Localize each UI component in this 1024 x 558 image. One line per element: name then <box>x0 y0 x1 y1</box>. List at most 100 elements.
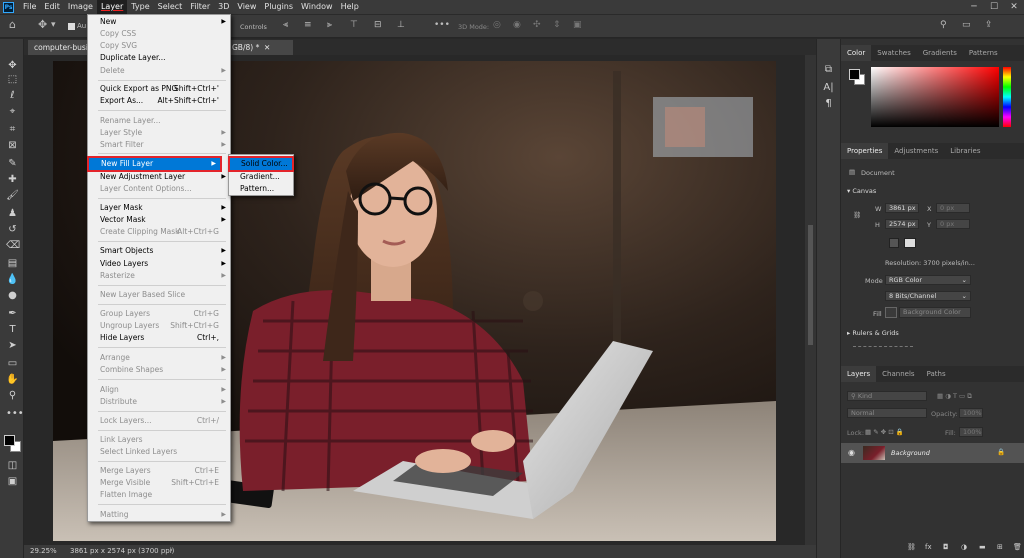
maximize-icon[interactable]: ☐ <box>984 0 1004 14</box>
menu-item-align[interactable]: Align ▶ <box>88 384 230 396</box>
delete-layer-icon[interactable]: 🗑 <box>1013 543 1022 551</box>
color-mode-select[interactable]: RGB Color ⌄ <box>885 275 971 285</box>
align-top-icon[interactable]: ⊤ <box>350 20 358 30</box>
opacity-field[interactable]: 100% <box>959 408 983 418</box>
layer-fill-field[interactable]: 100% <box>959 427 983 437</box>
tab-paths[interactable]: Paths <box>921 366 952 382</box>
align-bottom-icon[interactable]: ⊥ <box>397 20 405 30</box>
menu-layer[interactable]: Layer <box>96 0 128 14</box>
menu-filter[interactable]: Filter <box>186 0 214 14</box>
filter-type-icons[interactable]: ▦ ◑ T ▭ ⧉ <box>937 392 972 401</box>
menu-item-link-layers[interactable]: Link Layers <box>88 434 230 446</box>
history-brush-tool-icon[interactable]: ↺ <box>6 223 19 236</box>
history-panel-icon[interactable]: ⧉ <box>822 63 835 76</box>
eyedropper-tool-icon[interactable]: ✎ <box>6 157 19 170</box>
color-picker-field[interactable] <box>871 67 999 127</box>
crop-tool-icon[interactable]: ⌗ <box>6 123 19 136</box>
menu-help[interactable]: Help <box>337 0 363 14</box>
visibility-eye-icon[interactable]: ◉ <box>848 448 855 457</box>
document-info[interactable]: 3861 px x 2574 px (3700 ppi) <box>70 547 174 555</box>
dodge-tool-icon[interactable]: ● <box>6 289 19 302</box>
menu-item-delete[interactable]: Delete ▶ <box>88 65 230 77</box>
menu-type[interactable]: Type <box>127 0 153 14</box>
screen-mode-icon[interactable]: ▣ <box>6 475 19 488</box>
menu-view[interactable]: View <box>233 0 260 14</box>
menu-item-select-linked-layers[interactable]: Select Linked Layers <box>88 446 230 458</box>
menu-item-flatten-image[interactable]: Flatten Image <box>88 489 230 501</box>
layer-style-icon[interactable]: fx <box>925 543 932 551</box>
paragraph-panel-icon[interactable]: ¶ <box>822 97 835 110</box>
scrollbar-thumb[interactable] <box>808 225 813 345</box>
menu-image[interactable]: Image <box>64 0 97 14</box>
photoshop-logo-icon[interactable]: Ps <box>3 1 14 13</box>
blur-tool-icon[interactable]: 💧 <box>6 273 19 286</box>
zoom-tool-icon[interactable]: ⚲ <box>6 389 19 402</box>
submenu-item-pattern[interactable]: Pattern... <box>229 183 293 195</box>
menu-item-quick-export-png[interactable]: Quick Export as PNG Shift+Ctrl+' <box>88 83 230 95</box>
tab-properties[interactable]: Properties <box>841 143 889 159</box>
menu-item-vector-mask[interactable]: Vector Mask ▶ <box>88 214 230 226</box>
brush-tool-icon[interactable]: 🖌 <box>6 189 19 202</box>
align-center-icon[interactable]: ≡ <box>304 20 312 30</box>
align-middle-icon[interactable]: ⊟ <box>374 20 382 30</box>
share-icon[interactable]: ⇪ <box>985 20 993 30</box>
menu-file[interactable]: File <box>19 0 40 14</box>
marquee-tool-icon[interactable]: ⬚ <box>6 73 19 86</box>
align-left-icon[interactable]: ⫷ <box>283 20 288 30</box>
menu-item-combine-shapes[interactable]: Combine Shapes ▶ <box>88 364 230 376</box>
menu-item-ungroup-layers[interactable]: Ungroup Layers Shift+Ctrl+G <box>88 320 230 332</box>
quick-mask-icon[interactable]: ◫ <box>6 459 19 472</box>
fill-select[interactable]: Background Color <box>899 307 971 318</box>
menu-item-new-layer-based-slice[interactable]: New Layer Based Slice <box>88 289 230 301</box>
menu-item-merge-visible[interactable]: Merge Visible Shift+Ctrl+E <box>88 477 230 489</box>
close-tab-icon[interactable]: ✕ <box>264 40 270 55</box>
search-icon[interactable]: ⚲ <box>940 20 947 30</box>
chevron-down-icon[interactable]: ▾ <box>51 20 56 30</box>
foreground-color-swatch[interactable] <box>849 69 860 80</box>
lock-icons[interactable]: ▦ ✎ ✥ ⊡ 🔒 <box>865 428 904 436</box>
menu-item-new-adjustment-layer[interactable]: New Adjustment Layer ▶ <box>88 171 230 183</box>
type-tool-icon[interactable]: T <box>6 323 19 336</box>
menu-item-new-fill-layer[interactable]: New Fill Layer ▶ <box>87 156 222 172</box>
menu-item-copy-svg[interactable]: Copy SVG <box>88 40 230 52</box>
chevron-right-icon[interactable]: › <box>170 546 173 554</box>
blend-mode-select[interactable]: Normal <box>847 408 927 418</box>
menu-item-smart-objects[interactable]: Smart Objects ▶ <box>88 245 230 257</box>
menu-edit[interactable]: Edit <box>40 0 64 14</box>
hand-tool-icon[interactable]: ✋ <box>6 373 19 386</box>
3d-scale-icon[interactable]: ▣ <box>573 20 582 30</box>
more-options-icon[interactable]: ••• <box>434 20 450 30</box>
vertical-scrollbar[interactable] <box>805 55 816 545</box>
3d-slide-icon[interactable]: ⇕ <box>553 20 561 30</box>
move-tool-icon[interactable]: ✥ <box>38 18 47 31</box>
layer-name[interactable]: Background <box>891 449 930 457</box>
eraser-tool-icon[interactable]: ⌫ <box>6 239 20 252</box>
canvas-section-title[interactable]: ▾ Canvas <box>847 187 876 195</box>
submenu-item-solid-color[interactable]: Solid Color... <box>228 156 294 172</box>
menu-3d[interactable]: 3D <box>214 0 233 14</box>
landscape-orientation-icon[interactable] <box>904 238 916 248</box>
layer-mask-icon[interactable]: ◘ <box>943 543 949 551</box>
menu-item-layer-content-options[interactable]: Layer Content Options... <box>88 183 230 195</box>
x-field[interactable]: 0 px <box>936 203 970 213</box>
workspace-icon[interactable]: ▭ <box>962 20 971 30</box>
menu-item-rasterize[interactable]: Rasterize ▶ <box>88 270 230 282</box>
menu-item-merge-layers[interactable]: Merge Layers Ctrl+E <box>88 465 230 477</box>
menu-item-layer-style[interactable]: Layer Style ▶ <box>88 127 230 139</box>
menu-item-rename-layer[interactable]: Rename Layer... <box>88 115 230 127</box>
tab-gradients[interactable]: Gradients <box>917 45 963 61</box>
minimize-icon[interactable]: ─ <box>964 0 984 14</box>
menu-item-create-clipping-mask[interactable]: Create Clipping Mask Alt+Ctrl+G <box>88 226 230 238</box>
character-panel-icon[interactable]: A| <box>822 81 835 94</box>
link-icon[interactable]: ⛓ <box>853 211 861 219</box>
menu-item-lock-layers[interactable]: Lock Layers... Ctrl+/ <box>88 415 230 427</box>
3d-roll-icon[interactable]: ◉ <box>513 20 521 30</box>
foreground-color-swatch[interactable] <box>4 435 15 446</box>
menu-item-layer-mask[interactable]: Layer Mask ▶ <box>88 202 230 214</box>
tab-adjustments[interactable]: Adjustments <box>888 143 944 159</box>
menu-item-duplicate-layer[interactable]: Duplicate Layer... <box>88 52 230 64</box>
menu-select[interactable]: Select <box>154 0 187 14</box>
quick-select-tool-icon[interactable]: ⌖ <box>6 105 19 118</box>
rectangle-tool-icon[interactable]: ▭ <box>6 357 19 370</box>
healing-brush-tool-icon[interactable]: ✚ <box>6 173 19 186</box>
